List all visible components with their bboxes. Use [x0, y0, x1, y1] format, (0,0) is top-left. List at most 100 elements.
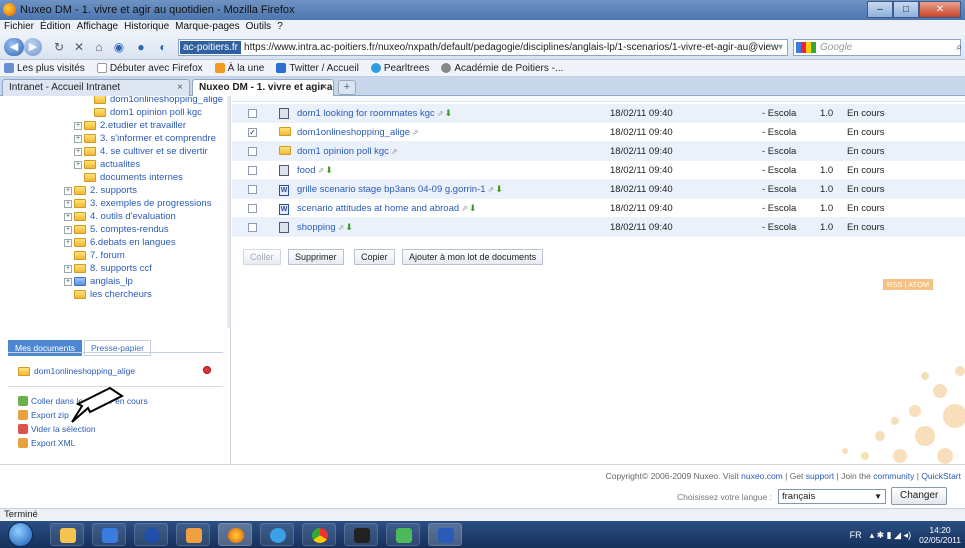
row-checkbox[interactable] [248, 147, 257, 156]
expand-icon[interactable]: + [64, 212, 72, 221]
tree-item[interactable]: +3. s'informer et comprendre [74, 132, 216, 145]
download-icon[interactable]: ⬇ [495, 184, 503, 194]
add-to-lot-button[interactable]: Ajouter à mon lot de documents [402, 249, 544, 265]
download-icon[interactable]: ⬇ [345, 222, 353, 232]
tree-item[interactable]: + actualites [74, 158, 140, 171]
expand-icon[interactable]: + [74, 134, 82, 143]
coller-button[interactable]: Coller [243, 249, 281, 265]
tab-presse-papier[interactable]: Presse-papier [84, 340, 151, 356]
row-checkbox[interactable] [248, 109, 257, 118]
expand-icon[interactable]: + [64, 225, 72, 234]
remove-icon[interactable] [203, 366, 211, 374]
table-row[interactable]: shopping ⇗⬇ 18/02/11 09:40 - Escola 1.0 En co… [232, 218, 965, 237]
bookmark-item[interactable]: Pearltrees [370, 63, 429, 74]
reload-icon[interactable]: ↻ [52, 40, 66, 54]
document-link[interactable]: dom1 looking for roommates kgc ⇗⬇ [297, 108, 452, 119]
document-link[interactable]: food ⇗⬇ [297, 165, 333, 176]
expand-icon[interactable]: + [74, 121, 82, 130]
tree-item[interactable]: documents internes [84, 171, 183, 184]
menu-edition[interactable]: Édition [40, 20, 71, 34]
clock[interactable]: 14:20 02/05/2011 [919, 525, 961, 545]
site-identity-badge[interactable]: ac-poitiers.fr [180, 41, 242, 54]
clear-selection-action[interactable]: Vider la sélection [18, 424, 96, 434]
back-icon[interactable]: ◀ [4, 38, 24, 56]
maximize-button[interactable]: □ [893, 1, 919, 18]
start-button[interactable] [8, 522, 33, 547]
tree-item[interactable]: dom1onlineshopping_alige [94, 96, 223, 106]
download-icon[interactable]: ⬇ [325, 165, 333, 175]
taskbar-paint[interactable] [176, 523, 210, 546]
close-button[interactable]: ✕ [919, 1, 961, 18]
tree-item[interactable]: +8. supports ccf [64, 262, 152, 275]
taskbar-ie[interactable] [260, 523, 294, 546]
taskbar-media[interactable] [92, 523, 126, 546]
tree-item[interactable]: + anglais_lp [64, 275, 133, 288]
expand-icon[interactable]: + [64, 238, 72, 247]
bookmark-item[interactable]: Académie de Poitiers -... [441, 63, 563, 74]
document-link[interactable]: dom1onlineshopping_alige ⇗ [297, 127, 419, 138]
bookmark-star-icon[interactable]: ☆ ▾ [766, 40, 783, 55]
bookmark-item[interactable]: À la une [214, 63, 264, 74]
copier-button[interactable]: Copier [354, 249, 395, 265]
bookmark-item[interactable]: Twitter / Accueil [276, 63, 359, 74]
taskbar-word[interactable] [428, 523, 462, 546]
rss-atom-badge[interactable]: RSS | ATOM [883, 279, 934, 290]
tree-item[interactable]: les chercheurs [74, 288, 152, 301]
search-input[interactable]: Google ⌕ [793, 39, 962, 56]
open-new-window-icon[interactable]: ⇗ [318, 166, 325, 175]
open-new-window-icon[interactable]: ⇗ [437, 109, 444, 118]
menu-help[interactable]: ? [277, 20, 283, 34]
home-icon[interactable]: ⌂ [92, 40, 106, 54]
community-link[interactable]: community [873, 471, 914, 481]
expand-icon[interactable]: + [64, 264, 72, 273]
close-tab-icon[interactable]: × [177, 80, 183, 96]
taskbar-firefox[interactable] [218, 523, 252, 546]
download-icon[interactable]: ⬇ [445, 108, 453, 118]
download-icon[interactable]: ⬇ [469, 203, 477, 213]
row-checkbox[interactable] [248, 223, 257, 232]
supprimer-button[interactable]: Supprimer [288, 249, 344, 265]
bookmark-item[interactable]: Débuter avec Firefox [96, 63, 203, 74]
tree-item[interactable]: 7. forum [74, 249, 125, 262]
tab-mes-documents[interactable]: Mes documents [8, 340, 82, 356]
document-link[interactable]: shopping ⇗⬇ [297, 222, 353, 233]
export-zip-action[interactable]: Export zip [18, 410, 69, 420]
tab-intranet[interactable]: Intranet - Accueil Intranet × [2, 79, 190, 96]
menu-outils[interactable]: Outils [246, 20, 272, 34]
search-engine-icon[interactable] [796, 42, 816, 53]
tree-item[interactable]: +5. comptes-rendus [64, 223, 169, 236]
toolbar-addon2-icon[interactable]: ● [134, 40, 148, 54]
tree-item[interactable]: +2. supports [64, 184, 137, 197]
menu-marque-pages[interactable]: Marque-pages [175, 20, 239, 34]
open-new-window-icon[interactable]: ⇗ [391, 147, 398, 156]
table-row[interactable]: dom1 opinion poll kgc ⇗ 18/02/11 09:40 - Es… [232, 142, 965, 161]
url-bar[interactable]: ac-poitiers.fr https://www.intra.ac-poiti… [178, 39, 788, 56]
taskbar-messenger[interactable] [386, 523, 420, 546]
toolbar-addon3-icon[interactable]: ◐ [156, 40, 170, 54]
search-icon[interactable]: ⌕ [956, 40, 962, 55]
tab-nuxeo[interactable]: Nuxeo DM - 1. vivre et agir au qu...× [192, 79, 334, 96]
row-checkbox[interactable]: ✓ [248, 128, 257, 137]
tree-item[interactable]: +3. exemples de progressions [64, 197, 211, 210]
expand-icon[interactable]: + [64, 277, 72, 286]
taskbar-chrome[interactable] [302, 523, 336, 546]
table-row[interactable]: dom1 looking for roommates kgc ⇗⬇ 18/02/11… [232, 104, 965, 123]
bookmark-item[interactable]: Les plus visités [4, 63, 85, 74]
quickstart-link[interactable]: QuickStart [921, 471, 961, 481]
new-tab-button[interactable]: + [338, 80, 356, 95]
export-xml-action[interactable]: Export XML [18, 438, 75, 448]
menu-historique[interactable]: Historique [124, 20, 169, 34]
toolbar-addon-icon[interactable]: ◉ [112, 40, 126, 54]
tray-icons[interactable]: ▴ ✱ ▮ ◢ ◂) [870, 530, 911, 541]
nuxeo-link[interactable]: nuxeo.com [741, 471, 783, 481]
taskbar-app[interactable] [134, 523, 168, 546]
table-row[interactable]: Wscenario attitudes at home and abroad ⇗⬇… [232, 199, 965, 218]
tree-item[interactable]: +6.debats en langues [64, 236, 176, 249]
table-row[interactable]: Wgrille scenario stage bp3ans 04-09 g.go… [232, 180, 965, 199]
language-indicator[interactable]: FR [850, 530, 862, 540]
row-checkbox[interactable] [248, 185, 257, 194]
document-link[interactable]: dom1 opinion poll kgc ⇗ [297, 146, 398, 157]
taskbar-explorer[interactable] [50, 523, 84, 546]
open-new-window-icon[interactable]: ⇗ [338, 223, 345, 232]
stop-icon[interactable]: ✕ [72, 40, 86, 54]
